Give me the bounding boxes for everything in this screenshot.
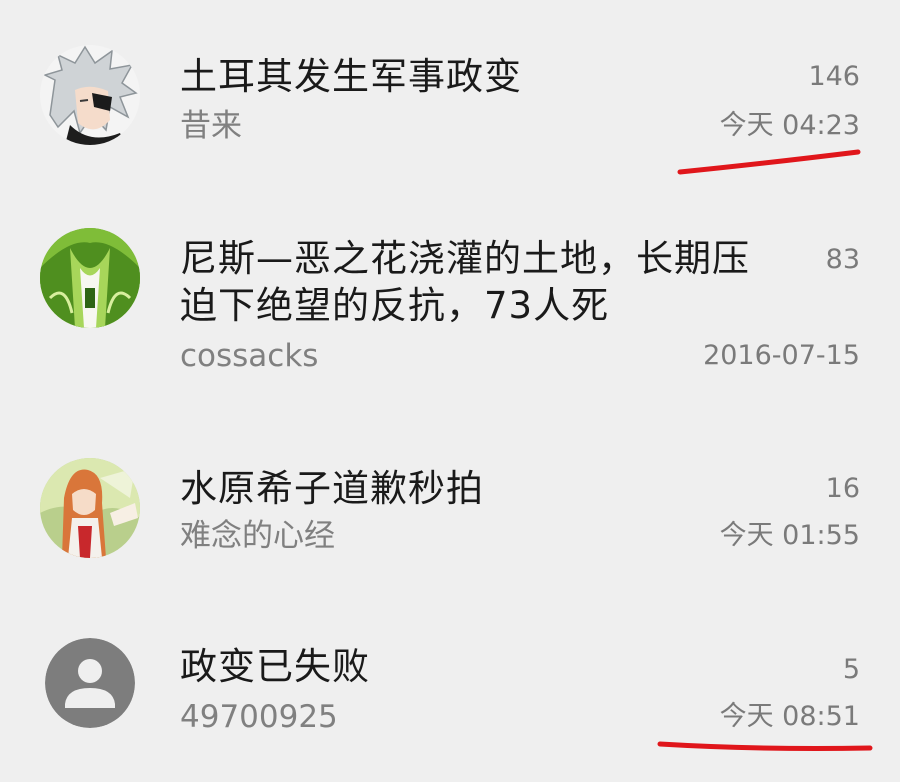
reply-count: 146 — [808, 61, 860, 92]
post-time: 今天 08:51 — [719, 701, 860, 732]
thread-title-line2: 迫下绝望的反抗，73人死 — [180, 284, 610, 327]
post-time: 今天 04:23 — [719, 110, 860, 141]
user-avatar[interactable] — [40, 45, 140, 145]
thread-title-line1: 尼斯—恶之花浇灌的土地，长期压 — [180, 237, 750, 280]
thread-list: 土耳其发生军事政变 昔来 146 今天 04:23 尼斯—恶之花浇灌的土地，长期… — [0, 0, 900, 782]
reply-count: 16 — [825, 473, 860, 504]
red-underline-annotation — [677, 149, 861, 175]
thread-author: 难念的心经 — [180, 518, 335, 554]
thread-item[interactable]: 政变已失败 49700925 5 今天 08:51 — [0, 610, 900, 782]
green-abstract-avatar-icon — [40, 228, 140, 328]
default-user-avatar-icon — [45, 638, 135, 728]
user-avatar[interactable] — [40, 458, 140, 558]
post-time: 今天 01:55 — [719, 520, 860, 551]
thread-author: cossacks — [180, 338, 319, 374]
thread-author: 昔来 — [180, 108, 242, 144]
post-time: 2016-07-15 — [703, 340, 860, 371]
reply-count: 5 — [842, 654, 860, 685]
user-avatar[interactable] — [45, 638, 135, 728]
thread-item[interactable]: 尼斯—恶之花浇灌的土地，长期压 迫下绝望的反抗，73人死 cossacks 83… — [0, 200, 900, 430]
anime-silver-hair-avatar-icon — [40, 45, 140, 145]
thread-title: 政变已失败 — [180, 645, 370, 688]
thread-title: 土耳其发生军事政变 — [180, 55, 522, 98]
reply-count: 83 — [825, 244, 860, 275]
anime-orange-hair-avatar-icon — [40, 458, 140, 558]
thread-item[interactable]: 土耳其发生军事政变 昔来 146 今天 04:23 — [0, 0, 900, 200]
thread-item[interactable]: 水原希子道歉秒拍 难念的心经 16 今天 01:55 — [0, 430, 900, 610]
thread-title: 水原希子道歉秒拍 — [180, 467, 484, 510]
thread-author: 49700925 — [180, 699, 338, 735]
red-underline-annotation — [657, 741, 873, 751]
user-avatar[interactable] — [40, 228, 140, 328]
